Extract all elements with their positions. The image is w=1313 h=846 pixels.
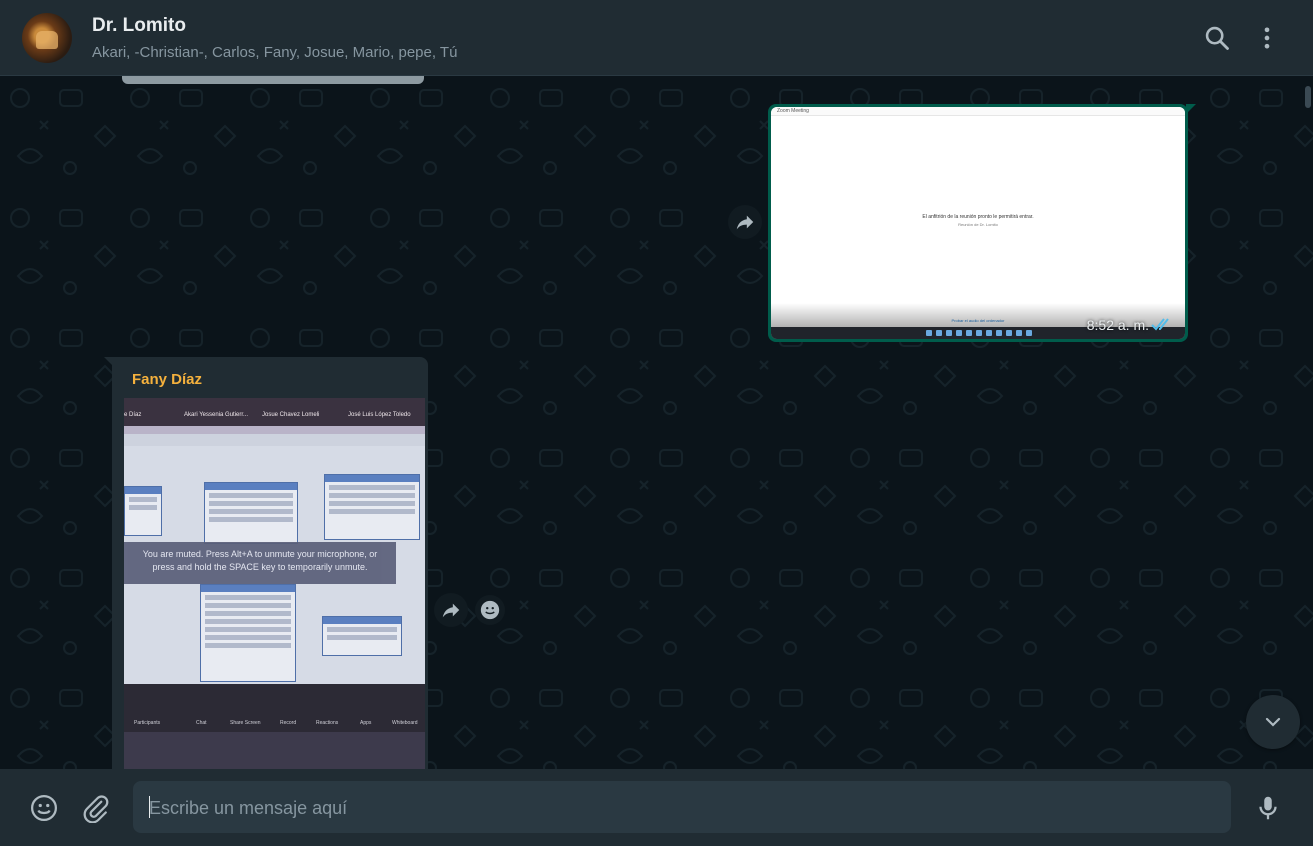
message-input[interactable] [147, 781, 1211, 835]
forward-button[interactable] [728, 205, 762, 239]
read-ticks-icon [1151, 318, 1169, 331]
chat-header: Dr. Lomito Akari, -Christian-, Carlos, F… [0, 0, 1313, 76]
previous-message-edge [122, 76, 424, 84]
message-image[interactable]: e Díaz Akari Yessenia Gutierr... Josue C… [124, 398, 425, 769]
outgoing-image-message[interactable]: Zoom Meeting El anfitrión de la reunión … [768, 104, 1188, 342]
message-time: 8:52 a. m. [1086, 317, 1149, 333]
chat-members[interactable]: Akari, -Christian-, Carlos, Fany, Josue,… [92, 44, 457, 61]
meeting-name: Reunión de Dr. Lomito [958, 222, 998, 227]
message-input-box[interactable] [133, 781, 1231, 835]
forward-icon [442, 603, 460, 618]
waiting-text: El anfitrión de la reunión pronto le per… [922, 214, 1034, 220]
menu-icon[interactable] [1253, 24, 1281, 52]
photo-taskbar [124, 732, 425, 769]
scroll-down-button[interactable] [1246, 695, 1300, 749]
message-image[interactable]: Zoom Meeting El anfitrión de la reunión … [771, 107, 1185, 339]
chevron-down-icon [1265, 717, 1281, 727]
zoom-toolbar: Participants Chat Share Screen Record Re… [124, 684, 425, 732]
participant-strip: e Díaz Akari Yessenia Gutierr... Josue C… [124, 398, 425, 426]
window-titlebar: Zoom Meeting [771, 107, 1185, 116]
sender-name[interactable]: Fany Díaz [132, 371, 202, 388]
attach-icon[interactable] [80, 793, 110, 824]
forward-icon [736, 215, 754, 230]
react-button[interactable] [475, 595, 505, 625]
mic-icon[interactable] [1253, 793, 1283, 823]
forward-button[interactable] [434, 593, 468, 627]
composer-bar [0, 769, 1313, 846]
emoji-icon[interactable] [29, 793, 59, 823]
emoji-icon [480, 600, 500, 620]
group-avatar[interactable] [22, 13, 72, 63]
chat-title[interactable]: Dr. Lomito [92, 15, 186, 37]
scrollbar[interactable] [1305, 86, 1311, 108]
window-title: Zoom Meeting [777, 108, 809, 114]
incoming-image-message[interactable]: Fany Díaz e Díaz Akari Yessenia Gutierr.… [112, 357, 428, 769]
search-icon[interactable] [1203, 24, 1231, 52]
mute-notice: You are muted. Press Alt+A to unmute you… [124, 542, 396, 584]
message-list[interactable]: Zoom Meeting El anfitrión de la reunión … [0, 76, 1313, 769]
